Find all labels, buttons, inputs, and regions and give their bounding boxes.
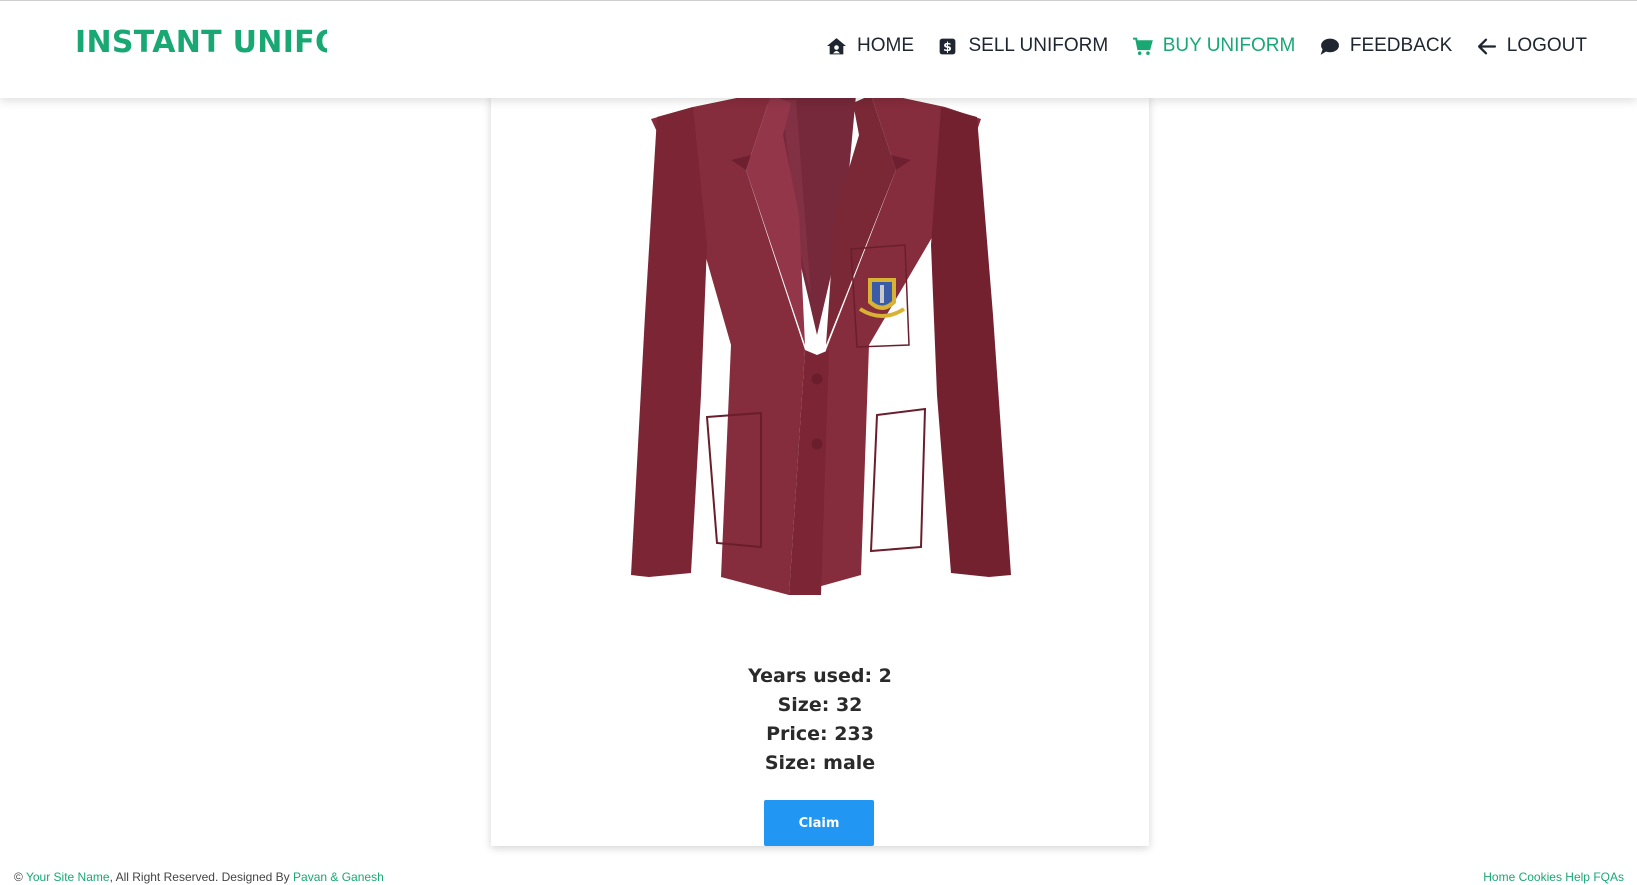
footer-link-home[interactable]: Home [1483,870,1515,884]
rights-text: , All Right Reserved. Designed By [109,870,290,884]
price-value: Price: 233 [766,723,874,745]
footer-link-cookies[interactable]: Cookies [1519,870,1562,884]
nav-feedback-label: FEEDBACK [1349,35,1453,56]
product-card: Years used: 2 Size: 32 Price: 233 Size: … [491,95,1149,846]
footer-link-fqas[interactable]: FQAs [1593,870,1624,884]
cart-icon [1132,37,1153,55]
home-icon [827,37,846,54]
nav-sell-uniform[interactable]: $ SELL UNIFORM [937,35,1108,57]
svg-text:$: $ [944,39,953,54]
product-details: Years used: 2 Size: 32 Price: 233 Size: … [491,662,1149,778]
nav-home-label: HOME [857,35,914,56]
footer-links: Home Cookies Help FQAs [1483,870,1624,884]
site-name-link[interactable]: Your Site Name [26,870,110,884]
nav-logout[interactable]: LOGOUT [1476,35,1587,57]
arrow-left-icon [1477,38,1496,54]
nav-sell-label: SELL UNIFORM [968,35,1109,56]
top-border [0,0,1637,1]
gender-value: Size: male [764,752,876,774]
designer-link[interactable]: Pavan & Ganesh [293,870,384,884]
nav-buy-uniform[interactable]: BUY UNIFORM [1132,35,1296,57]
copyright-symbol: © [14,870,23,884]
footer-copyright: © Your Site Name, All Right Reserved. De… [14,870,384,884]
nav-feedback[interactable]: FEEDBACK [1319,35,1452,57]
nav-home[interactable]: HOME [826,35,914,57]
footer-link-help[interactable]: Help [1565,870,1590,884]
claim-button[interactable]: Claim [764,800,874,846]
main-nav: HOME $ SELL UNIFORM BUY UNIFORM FEEDBACK… [826,35,1587,57]
brand-logo[interactable]: INSTANT UNIFORM [75,25,327,60]
size-value: Size: 32 [777,694,863,716]
blazer-image[interactable] [621,95,1021,595]
years-used: Years used: 2 [748,665,892,687]
dollar-icon: $ [940,38,956,54]
nav-logout-label: LOGOUT [1506,35,1587,56]
nav-buy-label: BUY UNIFORM [1162,35,1296,56]
comment-icon [1320,38,1339,55]
navbar: INSTANT UNIFORM HOME $ SELL UNIFORM [0,1,1637,98]
